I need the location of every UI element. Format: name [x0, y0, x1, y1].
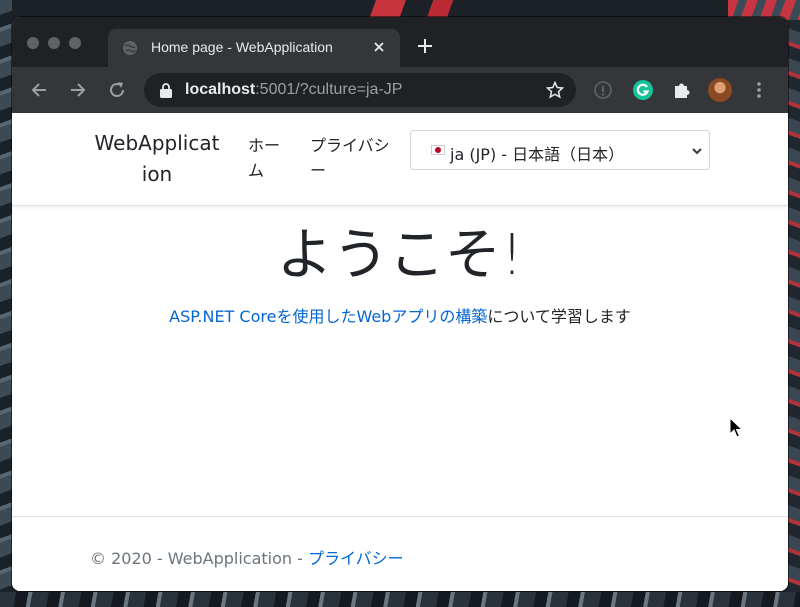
info-icon[interactable]: [592, 79, 614, 101]
culture-select-value: ja (JP) - 日本語（日本）: [450, 145, 625, 164]
lead-text: ASP.NET Coreを使用したWebアプリの構築について学習します: [12, 303, 788, 327]
window-minimize-button[interactable]: [48, 37, 60, 49]
reload-icon[interactable]: [106, 79, 128, 101]
address-bar[interactable]: localhost:5001/?culture=ja-JP: [144, 73, 576, 107]
page-title: ようこそ!: [276, 223, 524, 288]
desktop-background-right: [788, 0, 800, 607]
close-icon[interactable]: [370, 38, 388, 56]
nav-link-privacy[interactable]: プライバシー: [310, 133, 400, 183]
url-text: localhost:5001/?culture=ja-JP: [185, 81, 402, 99]
nav-link-home[interactable]: ホーム: [248, 133, 292, 183]
web-page: WebApplication ホーム プライバシー ja (JP) - 日本語（…: [12, 113, 788, 591]
desktop-background-stroke: [426, 0, 454, 18]
star-icon[interactable]: [546, 81, 564, 99]
back-arrow-icon[interactable]: [28, 79, 50, 101]
footer-privacy-link[interactable]: プライバシー: [308, 549, 404, 568]
profile-avatar[interactable]: [708, 78, 732, 102]
site-navbar: WebApplication ホーム プライバシー ja (JP) - 日本語（…: [12, 113, 788, 206]
tab-strip: Home page - WebApplication: [12, 17, 788, 67]
extensions-icon[interactable]: [671, 79, 693, 101]
url-path: :5001/?culture=ja-JP: [255, 81, 403, 98]
more-vertical-icon[interactable]: [754, 79, 764, 101]
browser-toolbar: localhost:5001/?culture=ja-JP: [12, 67, 788, 113]
url-host: localhost: [185, 81, 256, 98]
mouse-cursor-icon: [729, 417, 743, 438]
chevron-down-icon: [692, 148, 702, 155]
aspnet-docs-link[interactable]: ASP.NET Coreを使用したWebアプリの構築: [169, 307, 487, 326]
japan-flag-icon: [431, 145, 445, 155]
browser-tab-active[interactable]: Home page - WebApplication: [108, 29, 400, 67]
lock-icon[interactable]: [159, 82, 173, 98]
culture-select[interactable]: ja (JP) - 日本語（日本）: [410, 130, 710, 170]
window-maximize-button[interactable]: [69, 37, 81, 49]
footer-text: © 2020 - WebApplication - プライバシー: [90, 545, 404, 569]
lead-text-rest: について学習します: [487, 307, 631, 326]
globe-icon: [123, 41, 137, 55]
site-footer: © 2020 - WebApplication - プライバシー: [12, 516, 788, 591]
footer-copyright: © 2020 - WebApplication -: [90, 549, 308, 568]
browser-window: Home page - WebApplication localhost:500…: [12, 17, 788, 591]
window-close-button[interactable]: [27, 37, 39, 49]
forward-arrow-icon[interactable]: [67, 79, 89, 101]
site-brand-link[interactable]: WebApplication: [92, 128, 222, 190]
desktop-background-bottom: [0, 592, 800, 607]
plus-icon[interactable]: [416, 37, 434, 55]
desktop-background-left: [0, 0, 12, 607]
grammarly-icon[interactable]: [632, 79, 654, 101]
tab-title: Home page - WebApplication: [151, 39, 333, 55]
